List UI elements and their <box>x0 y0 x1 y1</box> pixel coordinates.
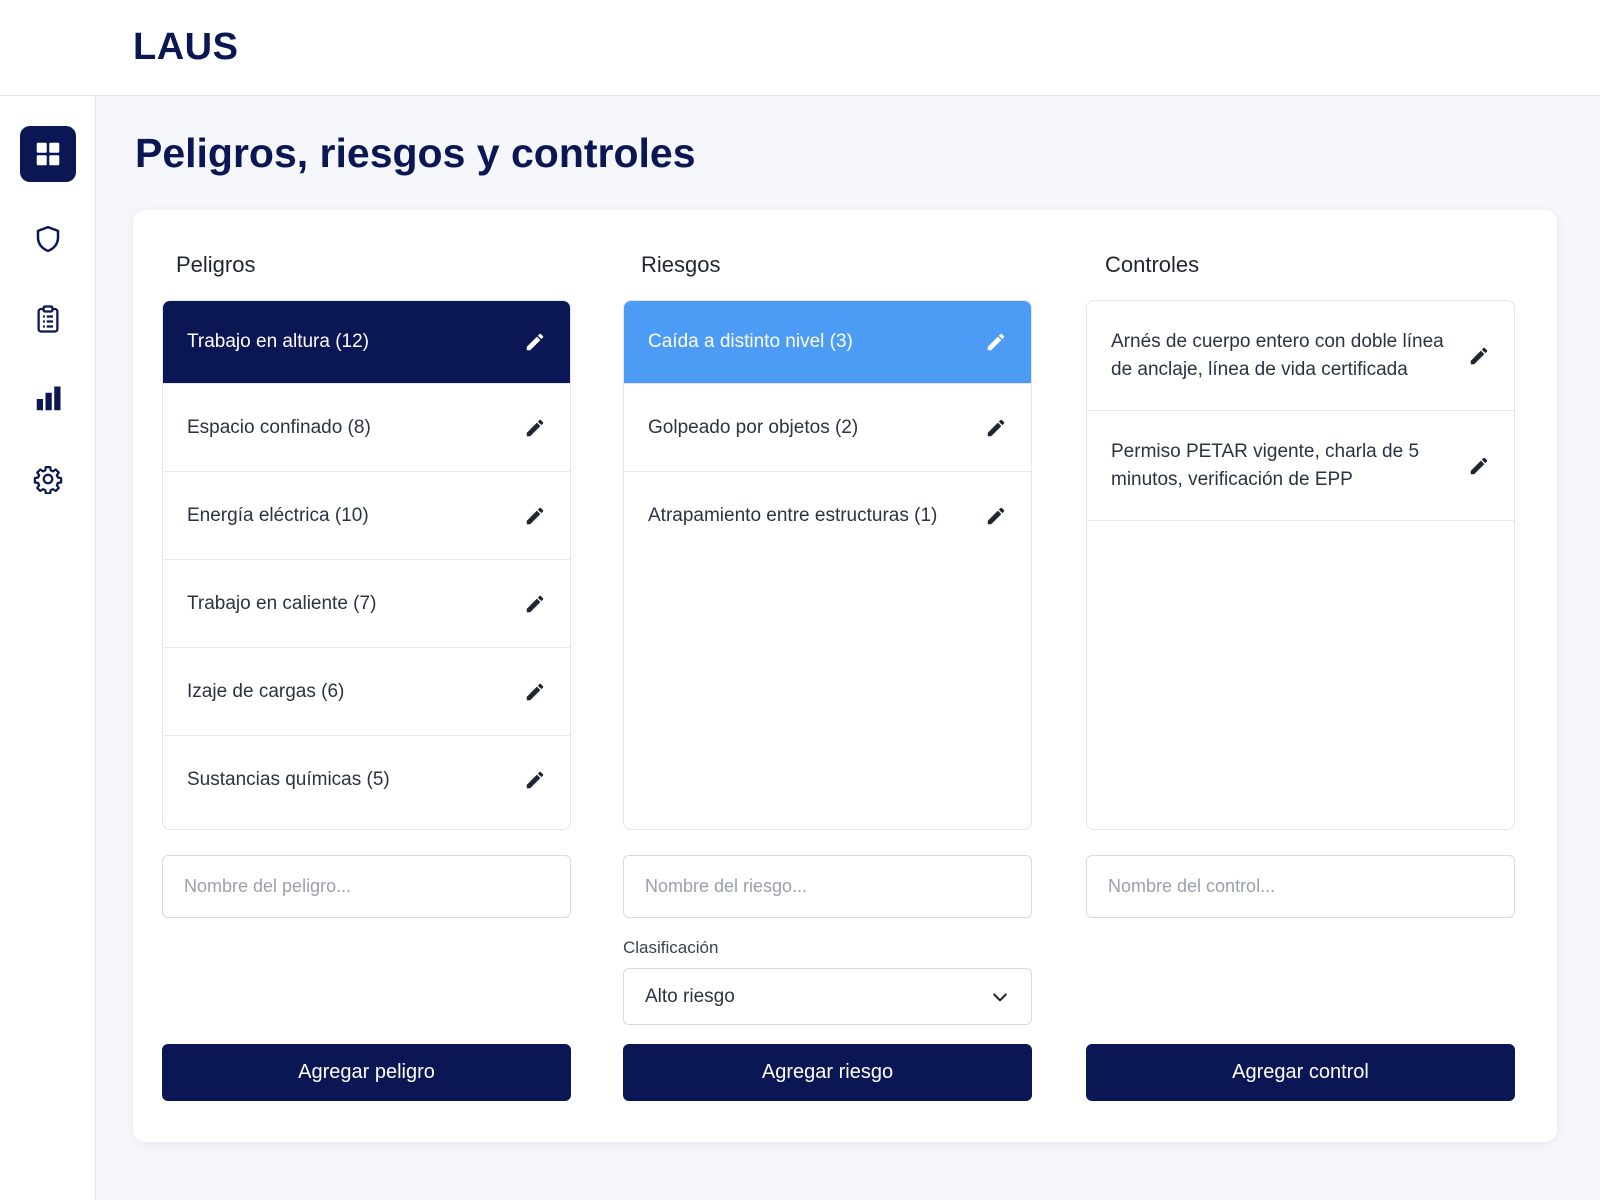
sidebar-item-analytics[interactable] <box>20 371 76 427</box>
add-control-button[interactable]: Agregar control <box>1086 1044 1515 1101</box>
edit-icon[interactable] <box>1468 345 1490 367</box>
page-title: Peligros, riesgos y controles <box>135 130 696 176</box>
control-name-input[interactable] <box>1086 855 1515 918</box>
edit-icon[interactable] <box>985 505 1007 527</box>
list-item-label: Espacio confinado (8) <box>187 416 371 438</box>
classification-label: Clasificación <box>623 938 719 957</box>
peligros-list: Trabajo en altura (12) Espacio confinado… <box>162 300 571 830</box>
add-peligro-button[interactable]: Agregar peligro <box>162 1044 571 1101</box>
edit-icon[interactable] <box>985 417 1007 439</box>
shield-icon <box>36 225 60 253</box>
edit-icon[interactable] <box>524 505 546 527</box>
edit-icon[interactable] <box>524 331 546 353</box>
list-item-label: Caída a distinto nivel (3) <box>648 331 853 352</box>
grid-icon <box>36 142 60 166</box>
sidebar-item-reports[interactable] <box>20 291 76 347</box>
top-bar: LAUS <box>0 0 1600 96</box>
list-item[interactable]: Arnés de cuerpo entero con doble línea d… <box>1087 301 1514 411</box>
list-item-label: Energía eléctrica (10) <box>187 504 369 526</box>
list-item-label: Permiso PETAR vigente, charla de 5 minut… <box>1111 440 1420 490</box>
list-item[interactable]: Trabajo en caliente (7) <box>163 560 570 648</box>
classification-value: Alto riesgo <box>645 985 735 1007</box>
list-item[interactable]: Energía eléctrica (10) <box>163 472 570 560</box>
peligros-title: Peligros <box>176 252 256 277</box>
list-item-label: Golpeado por objetos (2) <box>648 416 859 438</box>
main-card: Peligros Trabajo en altura (12) Espacio … <box>133 210 1557 1142</box>
classification-select[interactable]: Alto riesgo <box>623 968 1032 1025</box>
list-item[interactable]: Atrapamiento entre estructuras (1) <box>624 472 1031 560</box>
list-item[interactable]: Permiso PETAR vigente, charla de 5 minut… <box>1087 411 1514 521</box>
list-item-label: Trabajo en caliente (7) <box>187 592 377 614</box>
list-item[interactable]: Izaje de cargas (6) <box>163 648 570 736</box>
sidebar-item-dashboard[interactable] <box>20 126 76 182</box>
list-item[interactable]: Espacio confinado (8) <box>163 384 570 472</box>
gear-icon <box>33 466 63 494</box>
list-item-label: Trabajo en altura (12) <box>187 331 370 352</box>
app-logo[interactable]: LAUS <box>133 26 238 69</box>
list-item[interactable]: Golpeado por objetos (2) <box>624 384 1031 472</box>
edit-icon[interactable] <box>1468 455 1490 477</box>
sidebar <box>0 96 96 1200</box>
edit-icon[interactable] <box>524 681 546 703</box>
edit-icon[interactable] <box>524 769 546 791</box>
chevron-down-icon <box>993 993 1007 1001</box>
edit-icon[interactable] <box>524 593 546 615</box>
controles-title: Controles <box>1105 252 1200 277</box>
list-item-label: Arnés de cuerpo entero con doble línea d… <box>1111 330 1444 380</box>
add-riesgo-button[interactable]: Agregar riesgo <box>623 1044 1032 1101</box>
list-item-label: Sustancias químicas (5) <box>187 769 390 790</box>
riesgo-name-input[interactable] <box>623 855 1032 918</box>
riesgos-title: Riesgos <box>641 252 721 277</box>
edit-icon[interactable] <box>524 417 546 439</box>
clipboard-icon <box>37 305 59 333</box>
riesgos-list: Caída a distinto nivel (3) Golpeado por … <box>623 300 1032 830</box>
bar-chart-icon <box>36 386 61 411</box>
list-item[interactable]: Trabajo en altura (12) <box>163 301 570 384</box>
sidebar-item-security[interactable] <box>20 211 76 267</box>
list-item-label: Atrapamiento entre estructuras (1) <box>648 505 938 526</box>
list-item[interactable]: Sustancias químicas (5) <box>163 736 570 824</box>
list-item[interactable]: Caída a distinto nivel (3) <box>624 301 1031 384</box>
controles-list: Arnés de cuerpo entero con doble línea d… <box>1086 300 1515 830</box>
sidebar-item-settings[interactable] <box>20 451 76 507</box>
edit-icon[interactable] <box>985 331 1007 353</box>
peligro-name-input[interactable] <box>162 855 571 918</box>
list-item-label: Izaje de cargas (6) <box>187 680 345 702</box>
